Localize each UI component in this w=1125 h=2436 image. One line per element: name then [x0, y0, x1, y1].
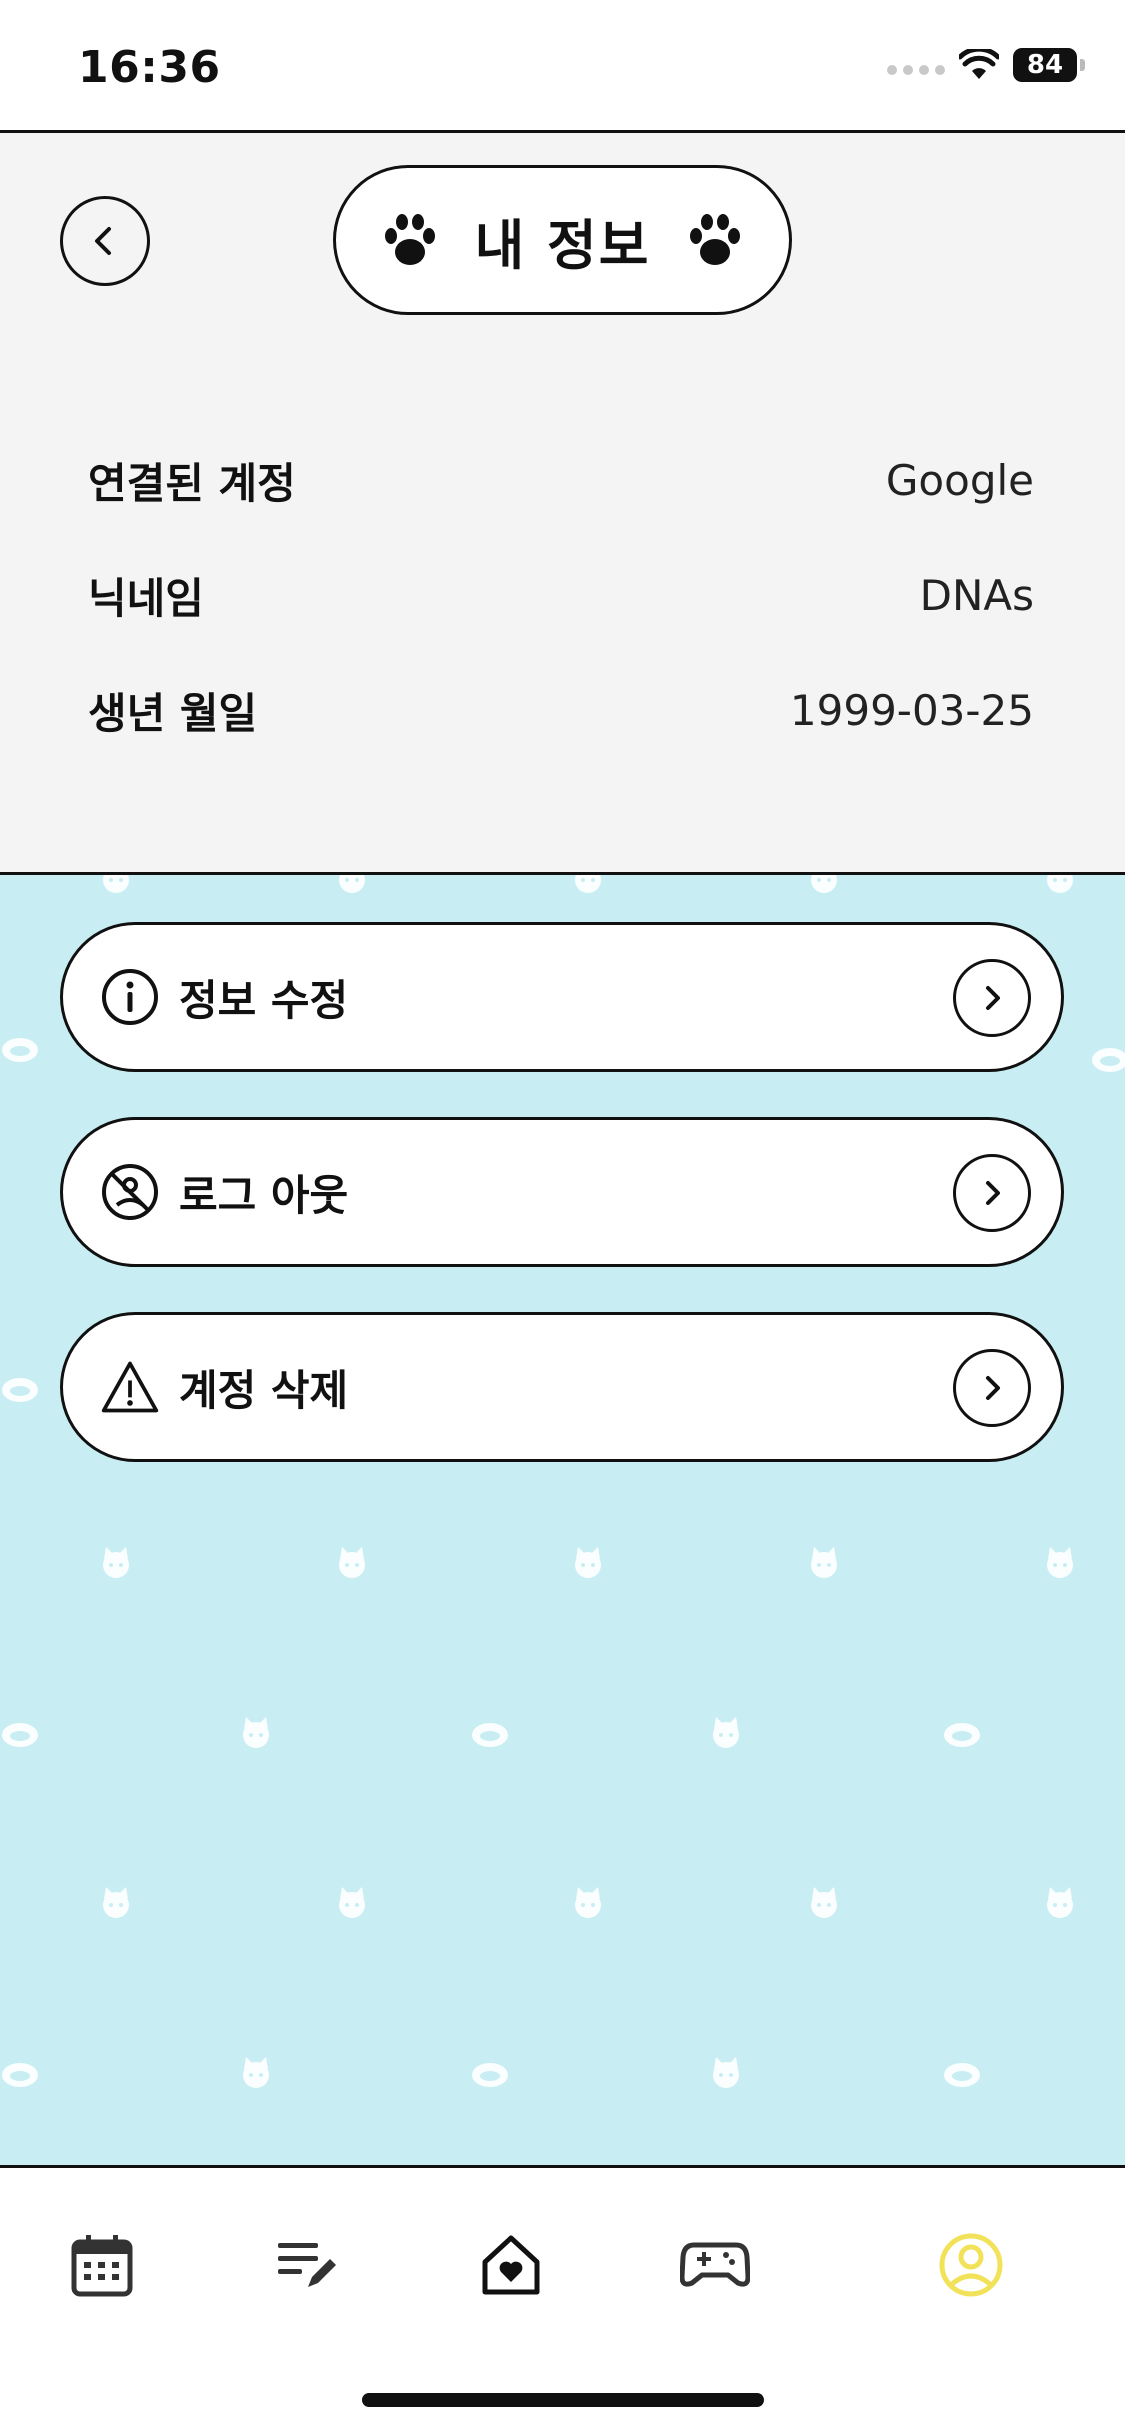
- edit-info-button[interactable]: 정보 수정: [60, 922, 1064, 1072]
- logout-icon: [99, 1161, 161, 1223]
- wifi-icon: [959, 49, 999, 79]
- warning-icon: [99, 1356, 161, 1418]
- back-button[interactable]: [60, 196, 150, 286]
- info-value: 1999-03-25: [789, 686, 1034, 735]
- info-row-connected-account: 연결된 계정 Google: [88, 423, 1034, 538]
- info-panel: 내 정보 연결된 계정 Google 닉네임 DNAs 생년 월일 1999-0…: [0, 133, 1125, 875]
- edit-list-icon: [278, 2243, 336, 2287]
- logout-button[interactable]: 로그 아웃: [60, 1117, 1064, 1267]
- nav-profile[interactable]: [926, 2220, 1016, 2310]
- battery-indicator: 84: [1013, 48, 1085, 82]
- my-info-screen: 16:36 84 내 정보 연결된 계정 Google 닉네임 DNAs 생년 …: [0, 0, 1125, 2436]
- nav-home[interactable]: [466, 2220, 556, 2310]
- info-value: Google: [885, 456, 1034, 505]
- info-row-nickname: 닉네임 DNAs: [88, 538, 1034, 653]
- delete-account-button[interactable]: 계정 삭제: [60, 1312, 1064, 1462]
- status-time: 16:36: [78, 42, 221, 93]
- gamepad-icon: [680, 2242, 750, 2287]
- menu-area: 정보 수정 로그 아웃 계정 삭제: [0, 875, 1125, 2165]
- info-value: DNAs: [919, 571, 1034, 620]
- nav-game[interactable]: [670, 2220, 760, 2310]
- menu-label: 계정 삭제: [179, 1365, 349, 1415]
- paw-icon: [690, 214, 741, 265]
- account-info-list: 연결된 계정 Google 닉네임 DNAs 생년 월일 1999-03-25: [88, 423, 1034, 768]
- menu-label: 로그 아웃: [179, 1170, 349, 1220]
- info-label: 닉네임: [88, 574, 204, 623]
- status-bar: 16:36 84: [0, 0, 1125, 133]
- info-label: 연결된 계정: [88, 459, 296, 508]
- info-icon: [99, 966, 161, 1028]
- nav-diary[interactable]: [262, 2220, 352, 2310]
- status-indicators: 84: [887, 48, 1085, 82]
- chevron-right-icon: [953, 1349, 1031, 1427]
- chevron-left-icon: [95, 227, 111, 255]
- chevron-right-icon: [953, 959, 1031, 1037]
- home-heart-icon: [482, 2235, 540, 2295]
- cellular-signal-icon: [887, 65, 945, 75]
- chevron-right-icon: [953, 1154, 1031, 1232]
- info-label: 생년 월일: [88, 689, 258, 738]
- nav-calendar[interactable]: [57, 2220, 147, 2310]
- calendar-icon: [71, 2235, 133, 2297]
- info-row-birthdate: 생년 월일 1999-03-25: [88, 653, 1034, 768]
- profile-icon: [939, 2233, 1003, 2297]
- paw-icon: [384, 214, 435, 265]
- home-indicator: [362, 2393, 764, 2407]
- page-title-pill: 내 정보: [333, 165, 792, 315]
- page-title: 내 정보: [474, 213, 651, 277]
- menu-label: 정보 수정: [179, 975, 349, 1025]
